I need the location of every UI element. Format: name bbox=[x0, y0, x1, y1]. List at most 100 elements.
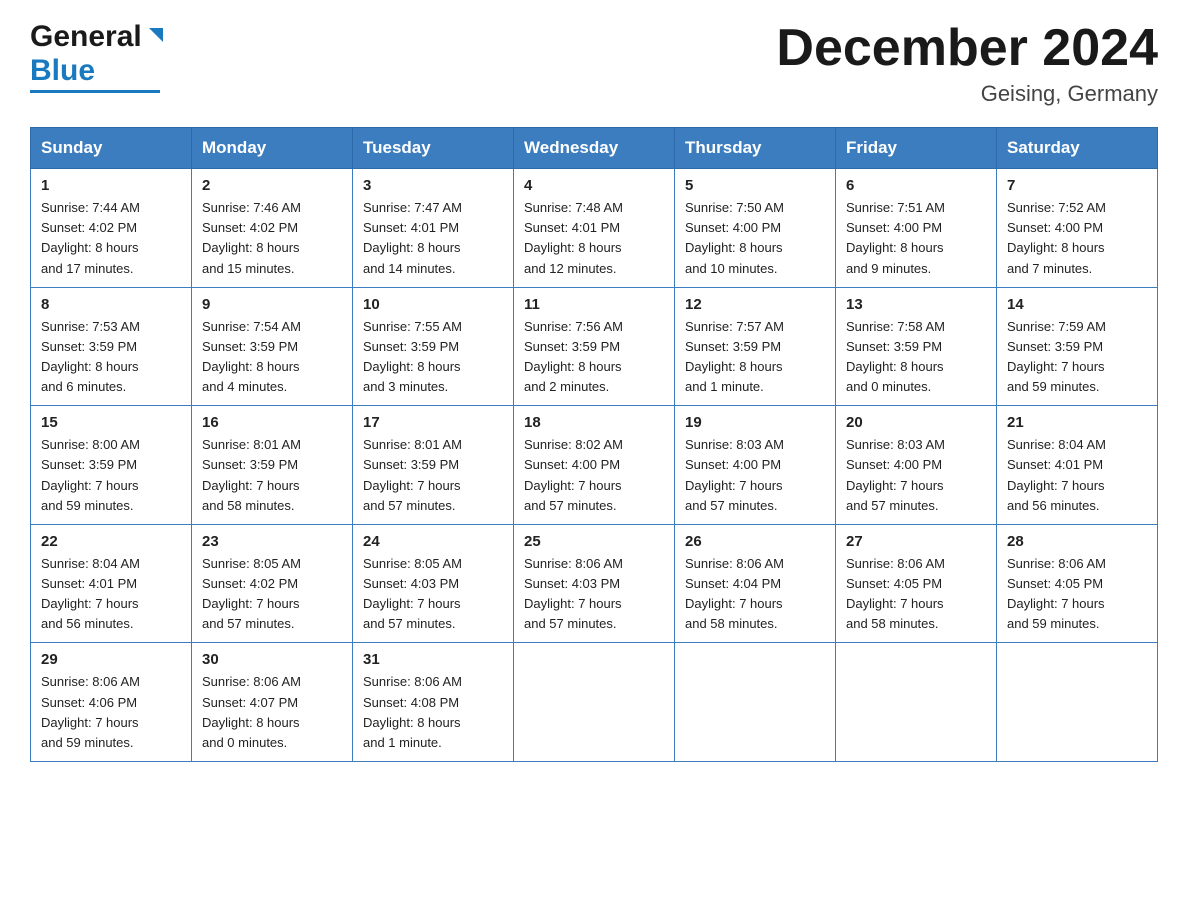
calendar-week-row: 29 Sunrise: 8:06 AM Sunset: 4:06 PM Dayl… bbox=[31, 643, 1158, 762]
calendar-cell: 7 Sunrise: 7:52 AM Sunset: 4:00 PM Dayli… bbox=[997, 169, 1158, 288]
calendar-cell: 8 Sunrise: 7:53 AM Sunset: 3:59 PM Dayli… bbox=[31, 287, 192, 406]
calendar-cell: 6 Sunrise: 7:51 AM Sunset: 4:00 PM Dayli… bbox=[836, 169, 997, 288]
calendar-cell: 3 Sunrise: 7:47 AM Sunset: 4:01 PM Dayli… bbox=[353, 169, 514, 288]
day-info: Sunrise: 7:47 AM Sunset: 4:01 PM Dayligh… bbox=[363, 198, 503, 279]
logo-bottom-row: Blue bbox=[30, 54, 95, 88]
day-info: Sunrise: 8:06 AM Sunset: 4:04 PM Dayligh… bbox=[685, 554, 825, 635]
day-info: Sunrise: 7:46 AM Sunset: 4:02 PM Dayligh… bbox=[202, 198, 342, 279]
day-number: 11 bbox=[524, 296, 664, 313]
day-number: 23 bbox=[202, 533, 342, 550]
weekday-header-saturday: Saturday bbox=[997, 128, 1158, 169]
day-number: 31 bbox=[363, 651, 503, 668]
calendar-week-row: 1 Sunrise: 7:44 AM Sunset: 4:02 PM Dayli… bbox=[31, 169, 1158, 288]
weekday-header-friday: Friday bbox=[836, 128, 997, 169]
weekday-header-thursday: Thursday bbox=[675, 128, 836, 169]
day-number: 18 bbox=[524, 414, 664, 431]
weekday-header-monday: Monday bbox=[192, 128, 353, 169]
day-number: 30 bbox=[202, 651, 342, 668]
day-info: Sunrise: 8:01 AM Sunset: 3:59 PM Dayligh… bbox=[202, 435, 342, 516]
calendar-cell: 12 Sunrise: 7:57 AM Sunset: 3:59 PM Dayl… bbox=[675, 287, 836, 406]
calendar-cell: 1 Sunrise: 7:44 AM Sunset: 4:02 PM Dayli… bbox=[31, 169, 192, 288]
calendar-cell: 22 Sunrise: 8:04 AM Sunset: 4:01 PM Dayl… bbox=[31, 524, 192, 643]
day-info: Sunrise: 8:06 AM Sunset: 4:06 PM Dayligh… bbox=[41, 672, 181, 753]
day-number: 3 bbox=[363, 177, 503, 194]
day-number: 4 bbox=[524, 177, 664, 194]
calendar-cell: 20 Sunrise: 8:03 AM Sunset: 4:00 PM Dayl… bbox=[836, 406, 997, 525]
day-info: Sunrise: 8:06 AM Sunset: 4:07 PM Dayligh… bbox=[202, 672, 342, 753]
day-number: 2 bbox=[202, 177, 342, 194]
weekday-header-row: SundayMondayTuesdayWednesdayThursdayFrid… bbox=[31, 128, 1158, 169]
weekday-header-wednesday: Wednesday bbox=[514, 128, 675, 169]
calendar-cell: 23 Sunrise: 8:05 AM Sunset: 4:02 PM Dayl… bbox=[192, 524, 353, 643]
day-info: Sunrise: 7:55 AM Sunset: 3:59 PM Dayligh… bbox=[363, 317, 503, 398]
day-info: Sunrise: 8:06 AM Sunset: 4:03 PM Dayligh… bbox=[524, 554, 664, 635]
day-info: Sunrise: 7:53 AM Sunset: 3:59 PM Dayligh… bbox=[41, 317, 181, 398]
day-info: Sunrise: 8:04 AM Sunset: 4:01 PM Dayligh… bbox=[1007, 435, 1147, 516]
calendar-cell bbox=[675, 643, 836, 762]
calendar-week-row: 15 Sunrise: 8:00 AM Sunset: 3:59 PM Dayl… bbox=[31, 406, 1158, 525]
calendar-cell: 11 Sunrise: 7:56 AM Sunset: 3:59 PM Dayl… bbox=[514, 287, 675, 406]
day-number: 5 bbox=[685, 177, 825, 194]
day-info: Sunrise: 8:06 AM Sunset: 4:05 PM Dayligh… bbox=[1007, 554, 1147, 635]
weekday-header-sunday: Sunday bbox=[31, 128, 192, 169]
day-number: 24 bbox=[363, 533, 503, 550]
calendar-cell: 15 Sunrise: 8:00 AM Sunset: 3:59 PM Dayl… bbox=[31, 406, 192, 525]
day-number: 1 bbox=[41, 177, 181, 194]
day-info: Sunrise: 8:00 AM Sunset: 3:59 PM Dayligh… bbox=[41, 435, 181, 516]
calendar-cell: 28 Sunrise: 8:06 AM Sunset: 4:05 PM Dayl… bbox=[997, 524, 1158, 643]
day-info: Sunrise: 8:04 AM Sunset: 4:01 PM Dayligh… bbox=[41, 554, 181, 635]
calendar-cell: 27 Sunrise: 8:06 AM Sunset: 4:05 PM Dayl… bbox=[836, 524, 997, 643]
calendar-cell: 24 Sunrise: 8:05 AM Sunset: 4:03 PM Dayl… bbox=[353, 524, 514, 643]
logo-top-row: General bbox=[30, 20, 167, 54]
calendar-cell bbox=[514, 643, 675, 762]
day-info: Sunrise: 7:52 AM Sunset: 4:00 PM Dayligh… bbox=[1007, 198, 1147, 279]
day-number: 27 bbox=[846, 533, 986, 550]
day-info: Sunrise: 7:54 AM Sunset: 3:59 PM Dayligh… bbox=[202, 317, 342, 398]
day-number: 13 bbox=[846, 296, 986, 313]
day-number: 16 bbox=[202, 414, 342, 431]
calendar-week-row: 8 Sunrise: 7:53 AM Sunset: 3:59 PM Dayli… bbox=[31, 287, 1158, 406]
calendar-cell: 19 Sunrise: 8:03 AM Sunset: 4:00 PM Dayl… bbox=[675, 406, 836, 525]
day-info: Sunrise: 8:06 AM Sunset: 4:08 PM Dayligh… bbox=[363, 672, 503, 753]
calendar-cell: 13 Sunrise: 7:58 AM Sunset: 3:59 PM Dayl… bbox=[836, 287, 997, 406]
calendar-cell: 18 Sunrise: 8:02 AM Sunset: 4:00 PM Dayl… bbox=[514, 406, 675, 525]
day-info: Sunrise: 8:02 AM Sunset: 4:00 PM Dayligh… bbox=[524, 435, 664, 516]
day-number: 21 bbox=[1007, 414, 1147, 431]
day-info: Sunrise: 7:57 AM Sunset: 3:59 PM Dayligh… bbox=[685, 317, 825, 398]
calendar-cell: 2 Sunrise: 7:46 AM Sunset: 4:02 PM Dayli… bbox=[192, 169, 353, 288]
day-info: Sunrise: 8:03 AM Sunset: 4:00 PM Dayligh… bbox=[846, 435, 986, 516]
day-number: 20 bbox=[846, 414, 986, 431]
calendar-cell: 14 Sunrise: 7:59 AM Sunset: 3:59 PM Dayl… bbox=[997, 287, 1158, 406]
page-header: General Blue December 2024 Geising, Germ… bbox=[30, 20, 1158, 107]
day-number: 15 bbox=[41, 414, 181, 431]
day-info: Sunrise: 8:03 AM Sunset: 4:00 PM Dayligh… bbox=[685, 435, 825, 516]
day-info: Sunrise: 7:48 AM Sunset: 4:01 PM Dayligh… bbox=[524, 198, 664, 279]
calendar-cell bbox=[836, 643, 997, 762]
day-number: 28 bbox=[1007, 533, 1147, 550]
day-number: 6 bbox=[846, 177, 986, 194]
calendar-cell: 21 Sunrise: 8:04 AM Sunset: 4:01 PM Dayl… bbox=[997, 406, 1158, 525]
calendar-cell: 26 Sunrise: 8:06 AM Sunset: 4:04 PM Dayl… bbox=[675, 524, 836, 643]
day-info: Sunrise: 7:59 AM Sunset: 3:59 PM Dayligh… bbox=[1007, 317, 1147, 398]
day-info: Sunrise: 7:50 AM Sunset: 4:00 PM Dayligh… bbox=[685, 198, 825, 279]
day-info: Sunrise: 8:06 AM Sunset: 4:05 PM Dayligh… bbox=[846, 554, 986, 635]
calendar-cell: 9 Sunrise: 7:54 AM Sunset: 3:59 PM Dayli… bbox=[192, 287, 353, 406]
day-number: 22 bbox=[41, 533, 181, 550]
logo-general-text: General bbox=[30, 20, 142, 54]
logo-arrow-icon bbox=[145, 24, 167, 51]
day-number: 10 bbox=[363, 296, 503, 313]
day-info: Sunrise: 7:44 AM Sunset: 4:02 PM Dayligh… bbox=[41, 198, 181, 279]
calendar-week-row: 22 Sunrise: 8:04 AM Sunset: 4:01 PM Dayl… bbox=[31, 524, 1158, 643]
location-text: Geising, Germany bbox=[776, 81, 1158, 107]
day-info: Sunrise: 8:01 AM Sunset: 3:59 PM Dayligh… bbox=[363, 435, 503, 516]
calendar-cell: 4 Sunrise: 7:48 AM Sunset: 4:01 PM Dayli… bbox=[514, 169, 675, 288]
day-number: 7 bbox=[1007, 177, 1147, 194]
day-info: Sunrise: 7:56 AM Sunset: 3:59 PM Dayligh… bbox=[524, 317, 664, 398]
logo-blue-text: Blue bbox=[30, 54, 95, 88]
logo-underline bbox=[30, 90, 160, 93]
calendar-cell: 10 Sunrise: 7:55 AM Sunset: 3:59 PM Dayl… bbox=[353, 287, 514, 406]
day-number: 12 bbox=[685, 296, 825, 313]
calendar-cell: 16 Sunrise: 8:01 AM Sunset: 3:59 PM Dayl… bbox=[192, 406, 353, 525]
month-title: December 2024 bbox=[776, 20, 1158, 77]
calendar-cell: 17 Sunrise: 8:01 AM Sunset: 3:59 PM Dayl… bbox=[353, 406, 514, 525]
